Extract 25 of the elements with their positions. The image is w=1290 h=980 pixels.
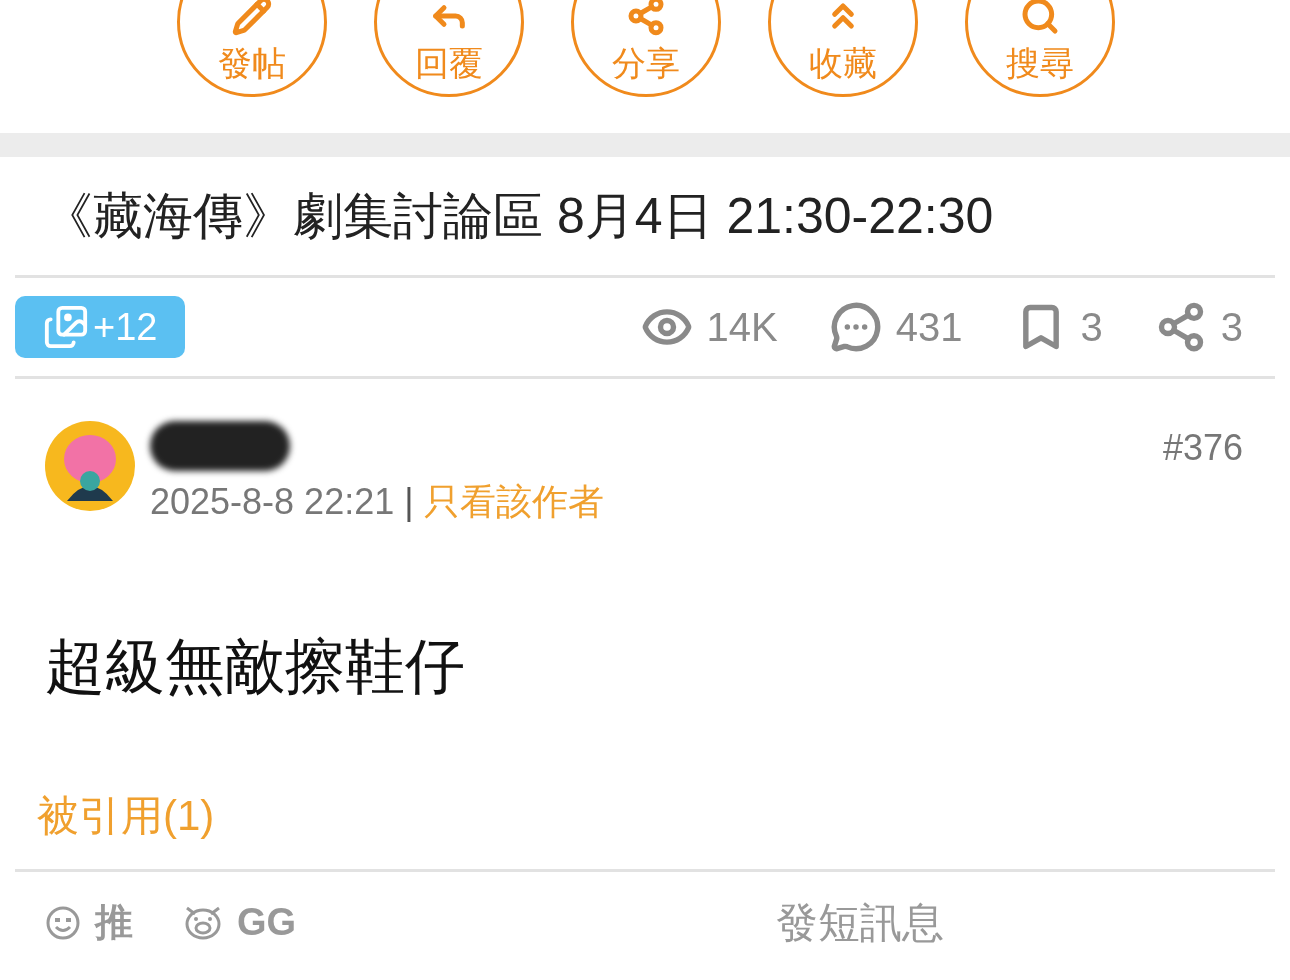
action-button[interactable]: 搜尋	[965, 0, 1115, 97]
stat-count: 14K	[706, 304, 778, 351]
images-icon	[43, 304, 89, 350]
post-body: 超級無敵擦鞋仔	[44, 632, 466, 697]
author-only-link[interactable]: 只看該作者	[423, 475, 604, 529]
separator: |	[404, 480, 414, 524]
images-badge[interactable]: +12	[15, 296, 186, 358]
pencil-icon	[232, 0, 272, 36]
action-button[interactable]: 發帖	[177, 0, 327, 97]
reaction-button[interactable]: 推	[43, 893, 133, 951]
thread-title: 《藏海傳》劇集討論區 8月4日 21:30-22:30	[42, 187, 995, 246]
action-button[interactable]: 回覆	[374, 0, 524, 97]
share-icon	[626, 0, 666, 36]
action-button[interactable]: 收藏	[768, 0, 918, 97]
message-link[interactable]: 發短訊息	[776, 890, 945, 954]
stat-count: 431	[895, 304, 963, 351]
reaction-button[interactable]: GG	[181, 893, 297, 951]
stat-count: 3	[1080, 304, 1103, 351]
stat-count: 3	[1220, 304, 1243, 351]
quoted-link[interactable]: 被引用(1)	[15, 697, 1275, 837]
speech-bubble-icon	[829, 301, 882, 353]
action-button[interactable]: 分享	[571, 0, 721, 97]
post-timestamp: 2025-8-8 22:21	[150, 480, 395, 524]
post-number: #376	[1162, 426, 1243, 470]
search-icon	[1020, 0, 1060, 36]
